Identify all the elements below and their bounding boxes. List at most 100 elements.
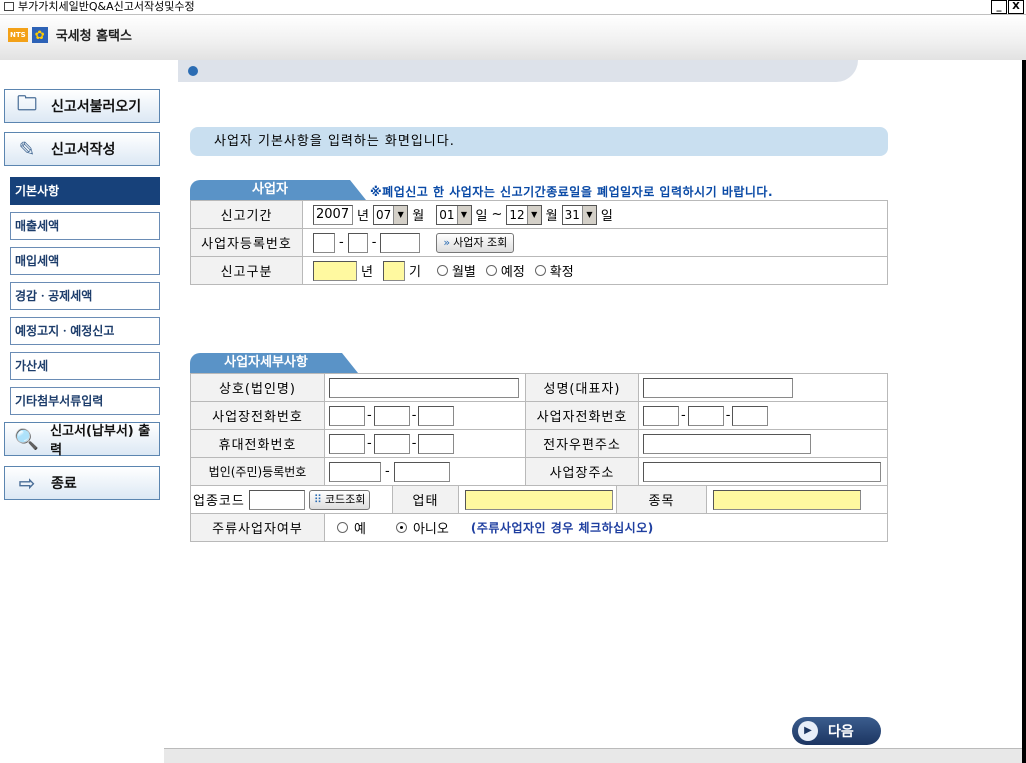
- liquor-yes-radio[interactable]: [337, 522, 348, 533]
- dash: -: [681, 408, 686, 423]
- code-lookup-button[interactable]: ⠿ 코드조회: [308, 489, 371, 510]
- liquor-note: (주류사업자인 경우 체크하십시오): [470, 521, 654, 535]
- print-return-label: 신고서(납부서) 출력: [50, 424, 151, 458]
- liquor-table: 주류사업자여부 예 아니오 (주류사업자인 경우 체크하십시오): [190, 513, 888, 542]
- office-phone-3[interactable]: [418, 405, 455, 426]
- mobile-2[interactable]: [373, 433, 410, 454]
- start-month-value: 07: [375, 207, 392, 222]
- write-return-button[interactable]: ✎ 신고서작성: [4, 132, 160, 166]
- sidebar-item-preliminary[interactable]: 예정고지ㆍ예정신고: [10, 317, 160, 345]
- next-label: 다음: [828, 724, 854, 740]
- brand: NTS ✿ 국세청 홈택스: [8, 25, 132, 44]
- monthly-radio[interactable]: [436, 265, 448, 276]
- dash: -: [725, 408, 731, 423]
- biz-phone-2[interactable]: [687, 405, 724, 426]
- closure-notice: ※폐업신고 한 사업자는 신고기간종료일을 폐업일자로 입력하시기 바랍니다.: [370, 185, 774, 199]
- rep-label: 성명(대표자): [525, 373, 639, 402]
- load-return-button[interactable]: 🗀 신고서불러오기: [4, 89, 160, 123]
- dropdown-arrow-icon: ▼: [526, 205, 541, 224]
- biz-phone-1[interactable]: [643, 405, 679, 426]
- business-lookup-button[interactable]: » 사업자 조회: [436, 232, 515, 253]
- final-radio[interactable]: [534, 265, 546, 276]
- dot-icon: [188, 66, 198, 76]
- end-month-select[interactable]: 12 ▼: [506, 204, 542, 225]
- print-return-button[interactable]: 🔍 신고서(납부서) 출력: [4, 422, 160, 458]
- address-input[interactable]: [643, 461, 881, 482]
- office-phone-1[interactable]: [329, 405, 365, 426]
- dash: -: [367, 408, 372, 423]
- corp-reg-2[interactable]: [393, 461, 450, 482]
- next-button[interactable]: ▶ 다음: [792, 717, 881, 745]
- email-input[interactable]: [643, 433, 811, 454]
- double-chevron-icon: »: [443, 235, 451, 249]
- report-period-input[interactable]: [382, 260, 405, 281]
- detail-table: 상호(법인명) 성명(대표자) 사업장전화번호 - - 사업자전화번호 - - …: [190, 373, 888, 486]
- day-unit-2: 일: [600, 209, 613, 224]
- end-day-select[interactable]: 31 ▼: [561, 204, 597, 225]
- dropdown-arrow-icon: ▼: [581, 205, 596, 224]
- regno-input-3[interactable]: [380, 232, 421, 253]
- regno-input-1[interactable]: [313, 232, 335, 253]
- code-lookup-label: 코드조회: [324, 492, 366, 506]
- nts-logo: NTS: [8, 27, 28, 42]
- year-input[interactable]: 2007: [313, 204, 353, 225]
- tilde: ~: [491, 207, 503, 222]
- business-type-input[interactable]: [465, 489, 613, 510]
- email-label: 전자우편주소: [525, 429, 639, 458]
- mobile-3[interactable]: [418, 433, 455, 454]
- dropdown-arrow-icon: ▼: [393, 205, 408, 224]
- sidebar-item-deduction[interactable]: 경감ㆍ공제세액: [10, 282, 160, 310]
- exit-label: 종료: [51, 476, 77, 492]
- report-year-input[interactable]: [313, 260, 357, 281]
- brand-name: 국세청 홈택스: [55, 29, 132, 44]
- load-return-label: 신고서불러오기: [51, 99, 142, 115]
- preliminary-radio[interactable]: [485, 265, 497, 276]
- start-day-select[interactable]: 01 ▼: [436, 204, 472, 225]
- mobile-label: 휴대전화번호: [190, 429, 325, 458]
- biz-phone-3[interactable]: [732, 405, 769, 426]
- end-day-value: 31: [564, 207, 580, 222]
- address-label: 사업장주소: [525, 457, 639, 486]
- top-decoration: [178, 60, 858, 82]
- grid-icon: ⠿: [313, 492, 322, 506]
- close-button[interactable]: X: [1008, 0, 1024, 14]
- dropdown-arrow-icon: ▼: [456, 205, 471, 224]
- dash: -: [339, 235, 344, 250]
- sidebar-item-attachments[interactable]: 기타첨부서류입력: [10, 387, 160, 415]
- window-titlebar: 부가가치세일반Q&A신고서작성및수정 _ X: [0, 0, 1026, 15]
- year-unit: 년: [357, 209, 369, 224]
- start-month-select[interactable]: 07 ▼: [372, 204, 409, 225]
- sidebar-item-basic[interactable]: 기본사항: [10, 177, 160, 205]
- sidebar-item-purchase-tax[interactable]: 매입세액: [10, 247, 160, 275]
- app-icon: [4, 2, 14, 11]
- pen-icon: ✎: [18, 137, 36, 161]
- sidebar-item-sales-tax[interactable]: 매출세액: [10, 212, 160, 240]
- app-header: NTS ✿ 국세청 홈택스: [0, 15, 1026, 60]
- industry-code-input[interactable]: [248, 489, 305, 510]
- final-label: 확정: [549, 265, 574, 280]
- folder-icon: 🗀: [17, 91, 37, 115]
- regno-input-2[interactable]: [347, 232, 368, 253]
- start-day-value: 01: [439, 207, 455, 222]
- business-table: 신고기간 2007 년 07 ▼ 월 01 ▼ 일 ~ 12 ▼ 월 31 ▼ 일 사업…: [190, 200, 888, 285]
- office-phone-2[interactable]: [373, 405, 410, 426]
- end-month-value: 12: [509, 207, 525, 222]
- company-input[interactable]: [329, 377, 519, 398]
- month-unit: 월: [412, 209, 425, 224]
- corp-reg-1[interactable]: [329, 461, 381, 482]
- year-unit-2: 년: [361, 265, 373, 280]
- regno-label: 사업자등록번호: [190, 228, 303, 257]
- sidebar-item-penalty[interactable]: 가산세: [10, 352, 160, 380]
- magnifier-icon: 🔍: [14, 427, 39, 451]
- office-phone-label: 사업장전화번호: [190, 401, 325, 430]
- minimize-button[interactable]: _: [991, 0, 1007, 14]
- industry-label: 업종코드: [193, 494, 245, 509]
- info-banner: 사업자 기본사항을 입력하는 화면입니다.: [190, 127, 888, 156]
- mobile-1[interactable]: [329, 433, 365, 454]
- rep-input[interactable]: [643, 377, 793, 398]
- flower-logo-icon: ✿: [31, 26, 48, 43]
- liquor-no-radio[interactable]: [395, 522, 407, 533]
- exit-button[interactable]: ⇨ 종료: [4, 466, 160, 500]
- write-return-label: 신고서작성: [51, 142, 116, 158]
- item-input[interactable]: [713, 489, 861, 510]
